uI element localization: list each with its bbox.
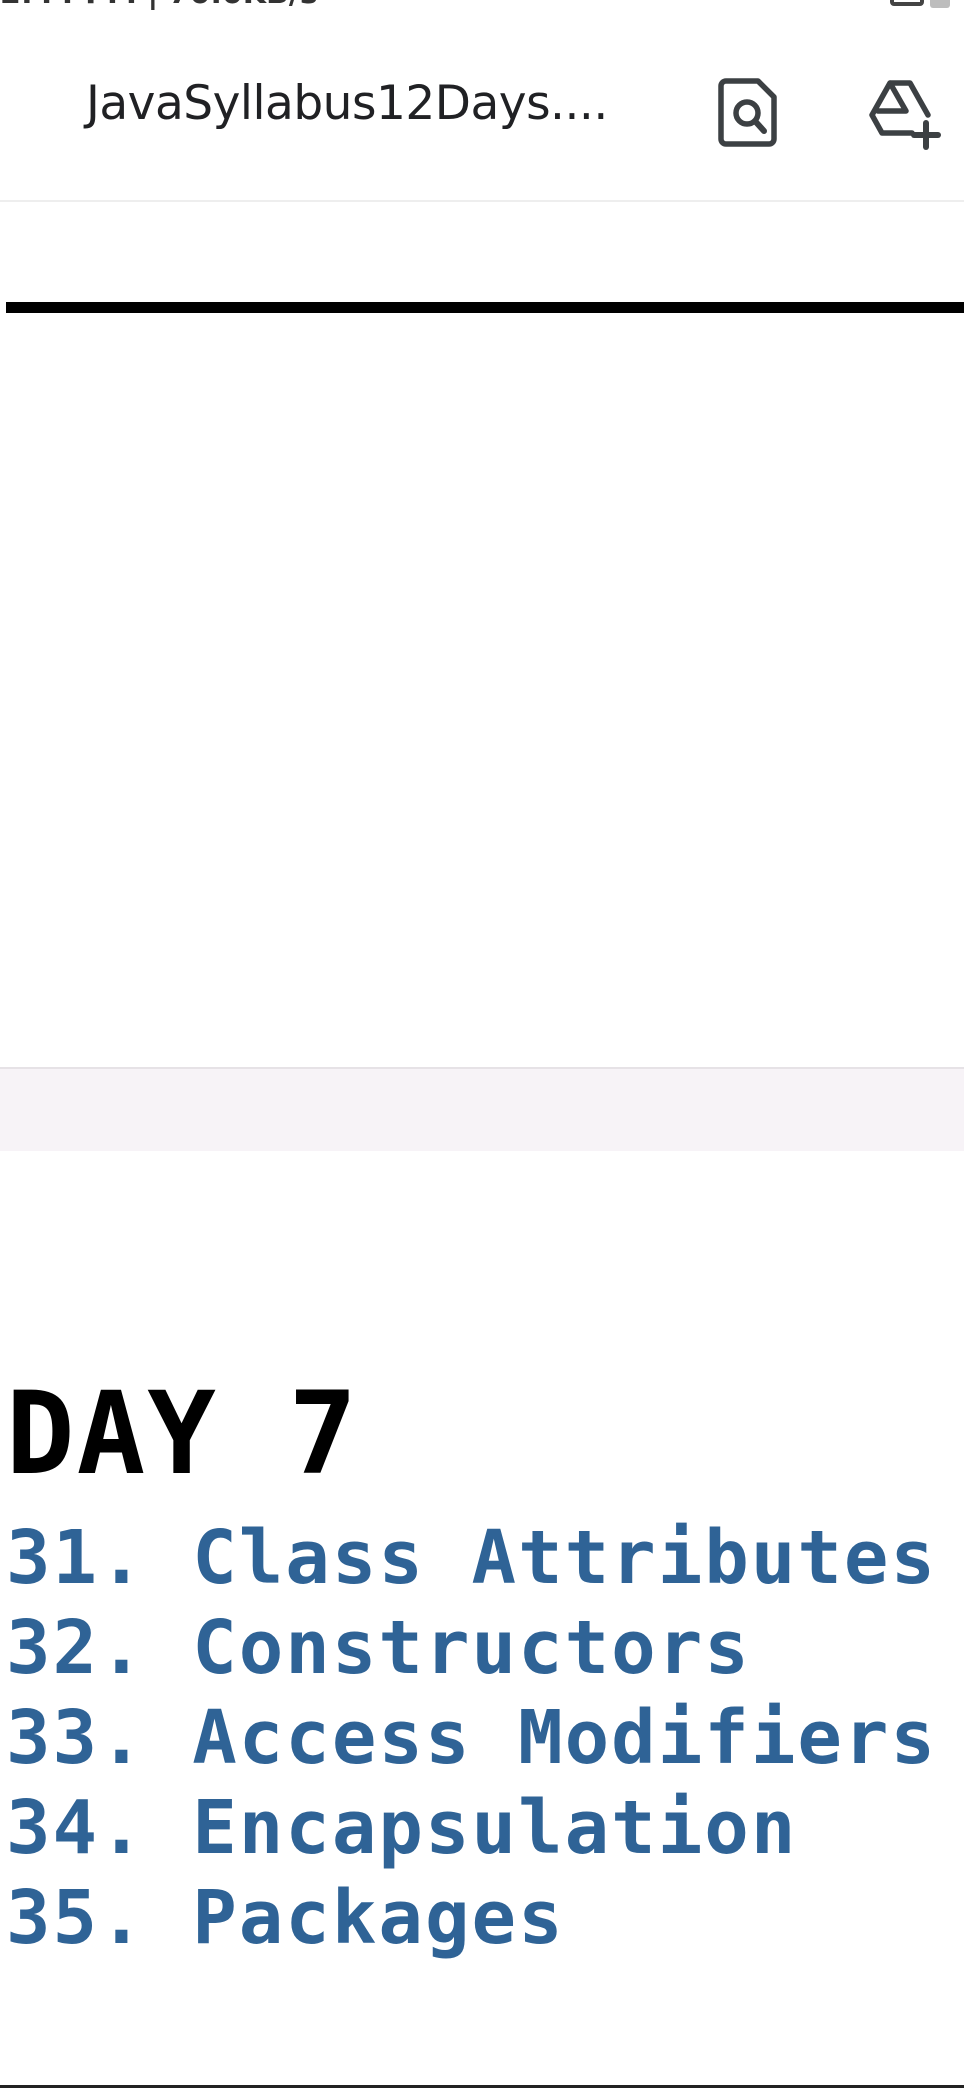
page-break-gap: [0, 1067, 964, 1153]
add-to-drive-icon-glyph: [869, 80, 941, 150]
app-header: JavaSyllabus12Days....: [0, 10, 964, 202]
topic-item: 32. Constructors: [6, 1605, 751, 1691]
status-bar: 2:44 PM | 70.0KB/s: [0, 0, 964, 10]
battery-icon: [930, 0, 950, 8]
topic-item: 35. Packages: [6, 1875, 565, 1961]
horizontal-rule: [6, 302, 964, 313]
document-page-current: DAY 7 31. Class Attributes 32. Construct…: [0, 1151, 964, 2088]
status-icons: [890, 0, 950, 8]
document-title: JavaSyllabus12Days....: [86, 76, 608, 131]
find-in-page-icon[interactable]: [714, 75, 784, 150]
find-in-page-icon-glyph: [718, 78, 777, 147]
day-heading: DAY 7: [6, 1367, 360, 1500]
topic-item: 33. Access Modifiers: [6, 1695, 938, 1781]
topic-item: 31. Class Attributes: [6, 1515, 938, 1601]
topic-list: 31. Class Attributes 32. Constructors 33…: [6, 1513, 937, 1963]
signal-icon: [890, 0, 924, 6]
status-time: 2:44 PM | 70.0KB/s: [0, 0, 318, 10]
topic-item: 34. Encapsulation: [6, 1785, 798, 1871]
add-to-drive-icon[interactable]: [866, 75, 942, 150]
document-page-previous: [0, 202, 964, 1067]
